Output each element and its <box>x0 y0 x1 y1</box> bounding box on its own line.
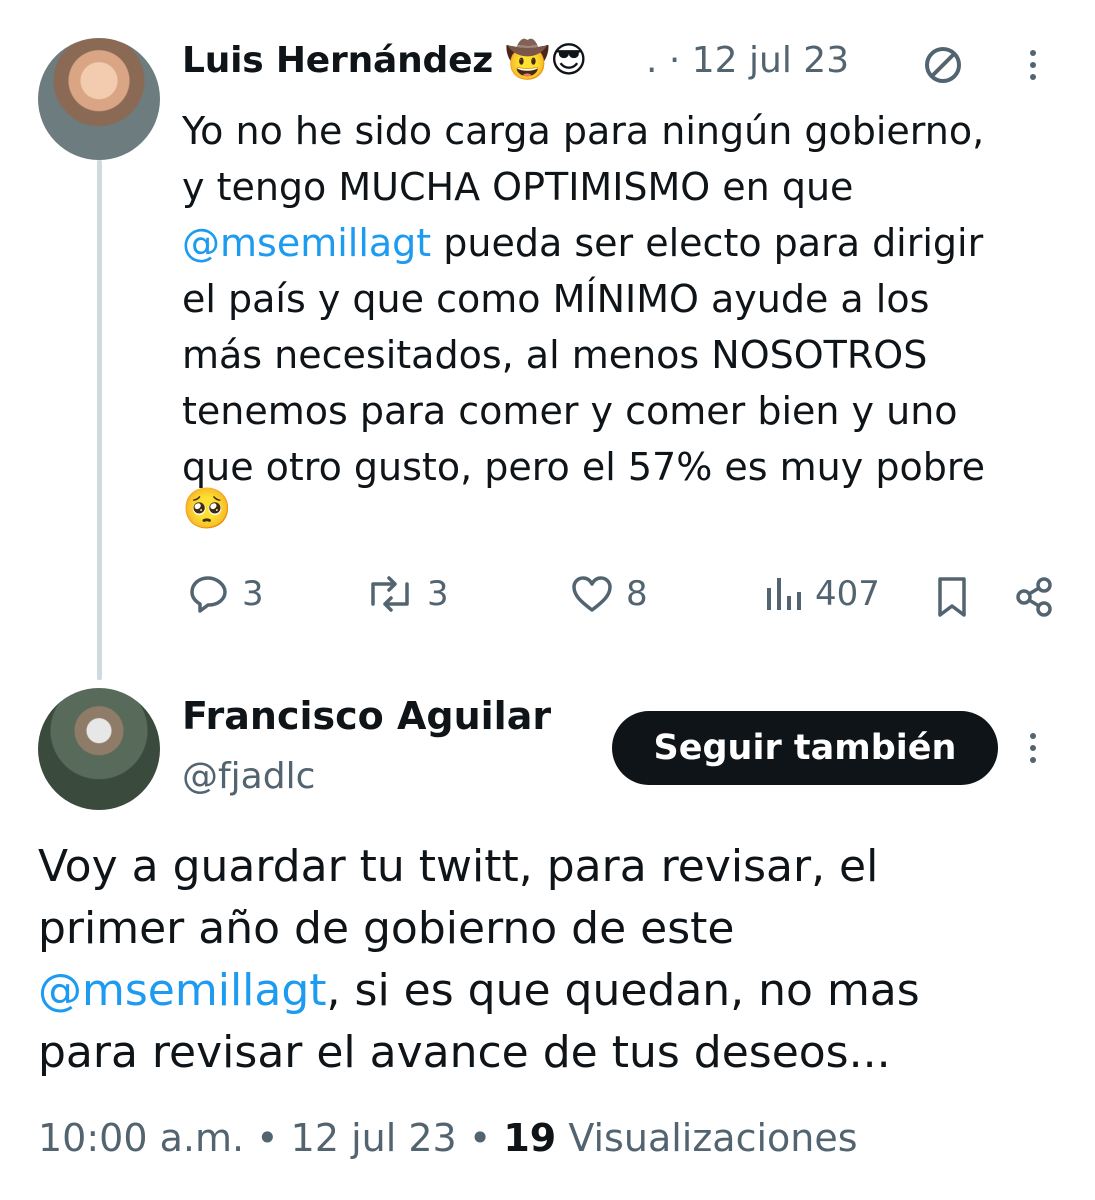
repost-button[interactable]: 3 <box>363 570 449 618</box>
mention-link[interactable]: @msemillagt <box>38 965 327 1016</box>
views-count: 19 <box>503 1116 557 1160</box>
bookmark-icon[interactable] <box>932 575 972 619</box>
views-icon <box>767 578 801 610</box>
separator: • <box>468 1116 492 1160</box>
repost-icon <box>371 576 409 612</box>
views-label: Visualizaciones <box>568 1116 858 1160</box>
reply-text: Yo no he sido carga para ningún gobierno… <box>182 109 985 489</box>
tweet-text: Voy a guardar tu twitt, para revisar, el… <box>38 841 920 1078</box>
reply-button[interactable]: 3 <box>184 570 264 618</box>
like-button[interactable]: 8 <box>568 570 648 618</box>
author-emojis: 🤠😎 <box>505 40 588 81</box>
views-button[interactable]: 407 <box>763 570 880 618</box>
follow-button[interactable]: Seguir también <box>612 711 998 785</box>
pleading-face-emoji: 🥺 <box>182 486 232 532</box>
share-icon[interactable] <box>1012 575 1056 619</box>
tweet-meta: 10:00 a.m. • 12 jul 23 • 19 Visualizacio… <box>38 1116 858 1160</box>
separator: • <box>256 1116 279 1160</box>
like-icon <box>572 576 612 612</box>
tweet-timestamp[interactable]: . · 12 jul 23 <box>646 40 849 81</box>
kebab-icon[interactable] <box>1018 728 1048 768</box>
mention-link[interactable]: @msemillagt <box>182 221 431 265</box>
thread-line <box>97 160 102 680</box>
reply-icon <box>190 576 227 613</box>
avatar[interactable] <box>38 38 160 160</box>
author-handle[interactable]: @fjadlc <box>182 756 315 797</box>
avatar[interactable] <box>38 688 160 810</box>
kebab-icon[interactable] <box>1018 45 1048 85</box>
author-name[interactable]: Francisco Aguilar <box>182 694 551 738</box>
tweet-date[interactable]: 12 jul 23 <box>291 1116 457 1160</box>
tweet-time[interactable]: 10:00 a.m. <box>38 1116 244 1160</box>
no-entry-icon[interactable] <box>918 40 968 90</box>
author-name[interactable]: Luis Hernández 🤠😎 <box>182 40 588 81</box>
